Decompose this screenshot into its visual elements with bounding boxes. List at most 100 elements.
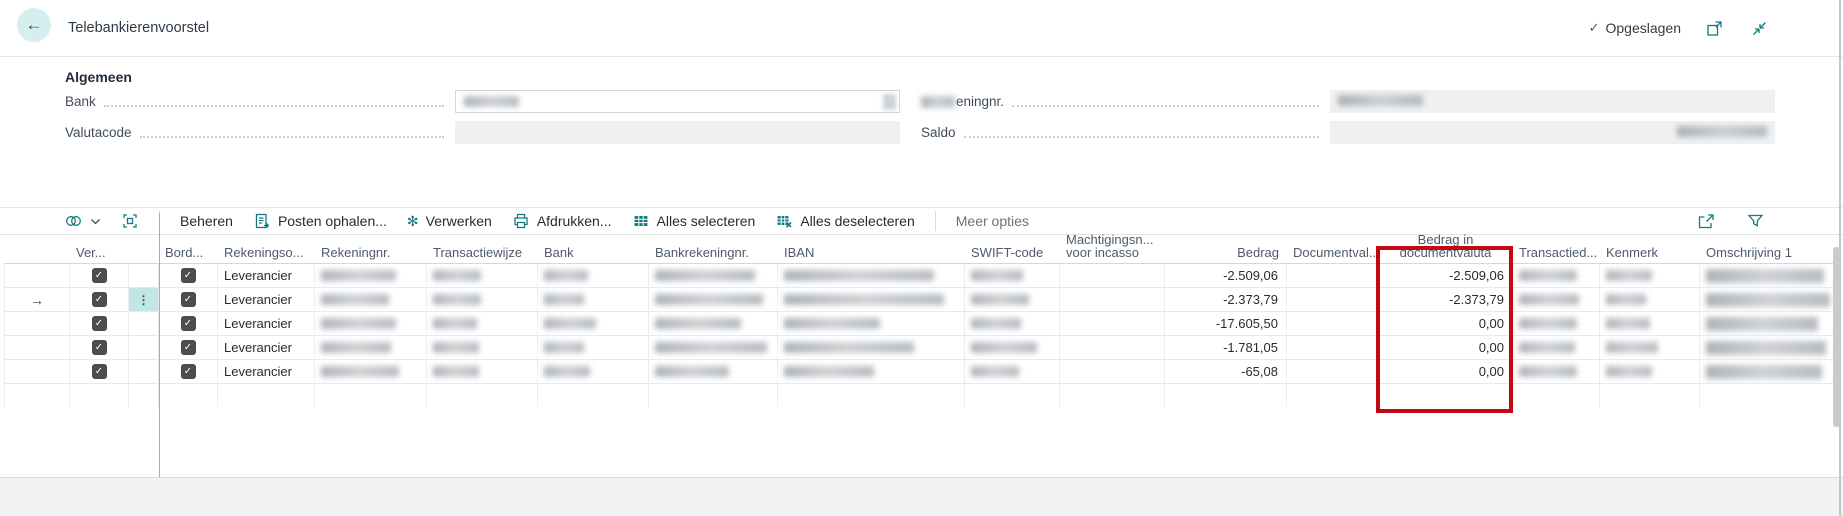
cell-rekeningnr[interactable] — [315, 312, 427, 336]
cell-kenmerk[interactable] — [1600, 288, 1700, 312]
column-header-documentval[interactable]: Documentval... — [1287, 235, 1380, 263]
cell-transactiewijze[interactable] — [427, 288, 538, 312]
cell-documentval[interactable] — [1287, 360, 1380, 384]
cell-transactiewijze[interactable] — [427, 264, 538, 288]
cell-kenmerk[interactable] — [1600, 312, 1700, 336]
cell-transactiewijze[interactable] — [427, 312, 538, 336]
bord-checkbox[interactable]: ✓ — [180, 268, 196, 283]
verwerken-button[interactable]: ✻ Verwerken — [407, 213, 492, 229]
cell-omschrijving[interactable] — [1700, 264, 1839, 288]
cell-kenmerk[interactable] — [1600, 360, 1700, 384]
cell-transactied[interactable] — [1513, 288, 1600, 312]
table-row[interactable]: ✓ ✓ Leverancier -65,08 0,00 — [4, 360, 1839, 384]
cell-dots[interactable] — [129, 264, 159, 288]
cell-bedrag_dv[interactable]: 0,00 — [1380, 312, 1513, 336]
cell-swift[interactable] — [965, 336, 1060, 360]
cell-swift[interactable] — [965, 312, 1060, 336]
table-row[interactable]: ✓ ✓ Leverancier -17.605,50 0,00 — [4, 312, 1839, 336]
cell-bord[interactable]: ✓ — [159, 312, 218, 336]
table-row[interactable]: ✓ ✓ Leverancier -2.509,06 -2.509,06 — [4, 264, 1839, 288]
cell-rekeningnr[interactable] — [315, 264, 427, 288]
column-header-ver[interactable]: Ver... — [70, 235, 129, 263]
cell-transactied[interactable] — [1513, 312, 1600, 336]
ver-checkbox[interactable]: ✓ — [91, 340, 107, 355]
column-header-swift[interactable]: SWIFT-code — [965, 235, 1060, 263]
cell-bankrekeningnr[interactable] — [649, 264, 778, 288]
cell-bank[interactable] — [538, 360, 649, 384]
cell-machtiging[interactable] — [1060, 264, 1165, 288]
column-header-transactiewijze[interactable]: Transactiewijze — [427, 235, 538, 263]
cell-dots[interactable] — [129, 312, 159, 336]
cell-ver[interactable]: ✓ — [70, 360, 129, 384]
cell-bank[interactable] — [538, 312, 649, 336]
valutacode-input[interactable] — [455, 121, 900, 144]
cell-bord[interactable]: ✓ — [159, 360, 218, 384]
cell-transactied[interactable] — [1513, 264, 1600, 288]
cell-kenmerk[interactable] — [1600, 336, 1700, 360]
cell-rekeningsoort[interactable]: Leverancier — [218, 288, 315, 312]
cell-rekeningnr[interactable] — [315, 336, 427, 360]
cell-dots[interactable] — [129, 360, 159, 384]
saldo-input[interactable] — [1330, 121, 1775, 144]
ver-checkbox[interactable]: ✓ — [91, 316, 107, 331]
bord-checkbox[interactable]: ✓ — [180, 340, 196, 355]
cell-omschrijving[interactable] — [1700, 360, 1839, 384]
cell-bedrag[interactable]: -2.509,06 — [1165, 264, 1287, 288]
cell-rekeningsoort[interactable]: Leverancier — [218, 312, 315, 336]
share-button[interactable] — [1694, 210, 1718, 233]
cell-bankrekeningnr[interactable] — [649, 312, 778, 336]
column-header-transactied[interactable]: Transactied... — [1513, 235, 1600, 263]
column-header-iban[interactable]: IBAN — [778, 235, 965, 263]
cell-rekeningnr[interactable] — [315, 288, 427, 312]
filter-button[interactable] — [1744, 210, 1767, 232]
cell-bedrag_dv[interactable]: -2.509,06 — [1380, 264, 1513, 288]
column-header-bedrag[interactable]: Bedrag — [1165, 235, 1287, 263]
posten-ophalen-button[interactable]: Posten ophalen... — [253, 212, 387, 230]
cell-rekeningsoort[interactable]: Leverancier — [218, 264, 315, 288]
cell-documentval[interactable] — [1287, 312, 1380, 336]
cell-bankrekeningnr[interactable] — [649, 360, 778, 384]
cell-omschrijving[interactable] — [1700, 336, 1839, 360]
ver-checkbox[interactable]: ✓ — [91, 268, 107, 283]
cell-rekeningnr[interactable] — [315, 360, 427, 384]
alles-selecteren-button[interactable]: Alles selecteren — [632, 212, 755, 230]
cell-ver[interactable]: ✓ — [70, 336, 129, 360]
cell-swift[interactable] — [965, 288, 1060, 312]
cell-bank[interactable] — [538, 264, 649, 288]
cell-bedrag_dv[interactable]: 0,00 — [1380, 336, 1513, 360]
cell-bedrag[interactable]: -65,08 — [1165, 360, 1287, 384]
bank-input[interactable] — [455, 90, 900, 113]
bord-checkbox[interactable]: ✓ — [180, 292, 196, 307]
bord-checkbox[interactable]: ✓ — [180, 316, 196, 331]
cell-transactiewijze[interactable] — [427, 336, 538, 360]
vertical-scrollbar[interactable] — [1833, 247, 1840, 427]
views-button[interactable] — [64, 212, 101, 230]
afdrukken-button[interactable]: Afdrukken... — [512, 212, 612, 230]
column-header-bankrekeningnr[interactable]: Bankrekeningnr. — [649, 235, 778, 263]
cell-ver[interactable]: ✓ — [70, 264, 129, 288]
cell-machtiging[interactable] — [1060, 312, 1165, 336]
cell-omschrijving[interactable] — [1700, 288, 1839, 312]
back-button[interactable]: ← — [17, 8, 51, 42]
cell-bord[interactable]: ✓ — [159, 336, 218, 360]
empty-table-row[interactable] — [4, 384, 1839, 408]
cell-bord[interactable]: ✓ — [159, 264, 218, 288]
cell-ver[interactable]: ✓ — [70, 312, 129, 336]
cell-iban[interactable] — [778, 312, 965, 336]
cell-ver[interactable]: ✓ — [70, 288, 129, 312]
rekeningnr-input[interactable] — [1330, 90, 1775, 113]
column-header-machtiging[interactable]: Machtigingsn... voor incasso — [1060, 233, 1165, 263]
column-header-bedrag_dv[interactable]: Bedrag in documentvaluta — [1380, 233, 1513, 263]
cell-swift[interactable] — [965, 264, 1060, 288]
alles-deselecteren-button[interactable]: Alles deselecteren — [775, 212, 915, 230]
row-menu-icon[interactable]: ⋮ — [129, 288, 159, 312]
collapse-button[interactable] — [1748, 17, 1771, 40]
table-row[interactable]: → ✓ ⋮ ✓ Leverancier -2.373,79 -2.373,79 — [4, 288, 1839, 312]
beheren-button[interactable]: Beheren — [180, 213, 233, 229]
ver-checkbox[interactable]: ✓ — [91, 292, 107, 307]
column-header-omschrijving[interactable]: Omschrijving 1 — [1700, 235, 1839, 263]
cell-iban[interactable] — [778, 336, 965, 360]
cell-bank[interactable] — [538, 336, 649, 360]
cell-bankrekeningnr[interactable] — [649, 288, 778, 312]
cell-swift[interactable] — [965, 360, 1060, 384]
